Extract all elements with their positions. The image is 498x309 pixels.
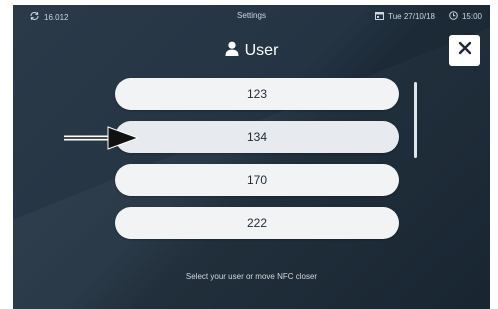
status-bar: 16.012 Settings Tue 27/10/18 15:00 — [13, 5, 490, 27]
status-date: Tue 27/10/18 — [388, 12, 435, 21]
hint-text: Select your user or move NFC closer — [185, 272, 318, 281]
status-time: 15:00 — [461, 12, 482, 21]
status-right: Tue 27/10/18 15:00 — [375, 11, 482, 22]
scrollbar[interactable] — [414, 82, 417, 158]
user-item-label: 134 — [246, 130, 268, 144]
page-header: User — [13, 41, 490, 61]
user-item-222[interactable]: 222 — [115, 207, 399, 239]
close-icon — [458, 41, 472, 60]
user-item-label: 123 — [246, 87, 268, 101]
user-item-134[interactable]: 134 — [115, 121, 399, 153]
settings-screen: 16.012 Settings Tue 27/10/18 15:00 User … — [13, 5, 490, 309]
close-button[interactable] — [449, 35, 480, 66]
user-item-123[interactable]: 123 — [115, 78, 399, 110]
clock-icon — [449, 11, 458, 22]
calendar-icon — [375, 11, 385, 22]
page-title: User — [244, 42, 279, 59]
user-item-label: 222 — [246, 216, 268, 230]
user-list: 123 134 170 222 — [115, 78, 399, 250]
user-icon — [225, 41, 239, 61]
user-item-170[interactable]: 170 — [115, 164, 399, 196]
user-item-label: 170 — [246, 173, 268, 187]
